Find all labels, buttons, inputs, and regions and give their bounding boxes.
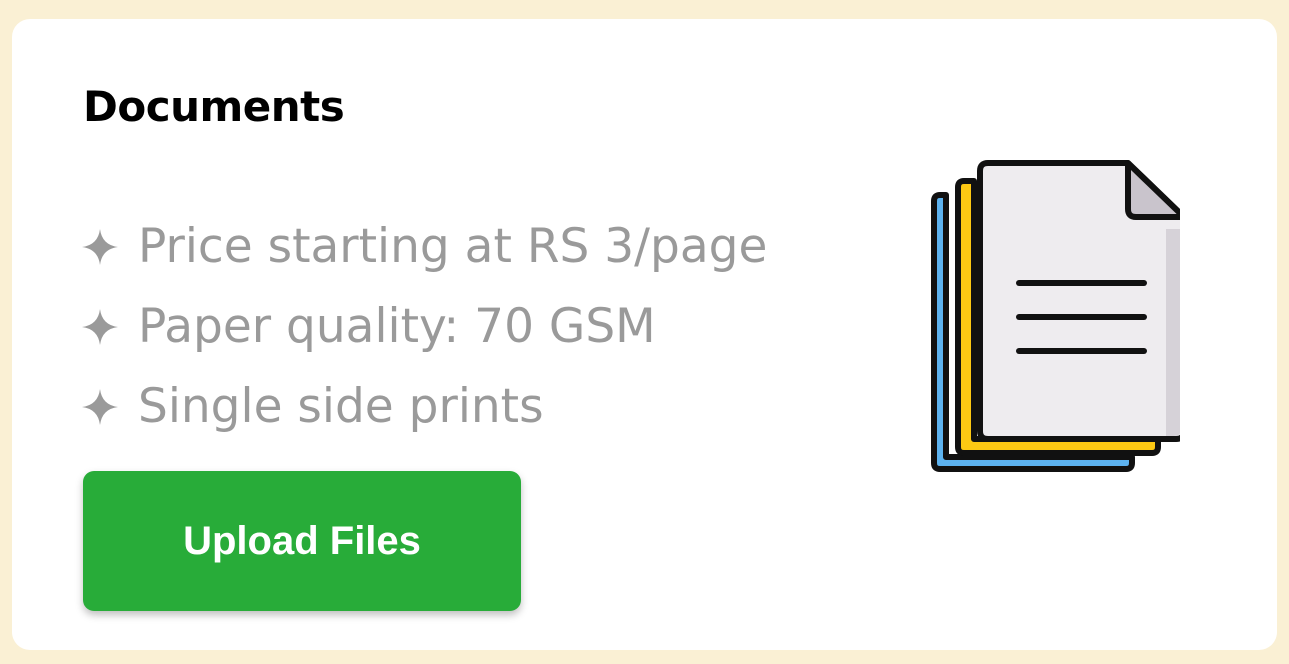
upload-files-button[interactable]: Upload Files <box>83 471 521 611</box>
documents-card: Documents Price starting at RS 3/page Pa… <box>12 19 1277 650</box>
feature-text: Single side prints <box>138 379 544 434</box>
feature-item: Paper quality: 70 GSM <box>80 287 767 367</box>
documents-icon <box>931 160 1180 472</box>
sparkle-icon <box>82 309 118 345</box>
sparkle-icon <box>82 229 118 265</box>
feature-text: Paper quality: 70 GSM <box>138 299 656 354</box>
feature-list: Price starting at RS 3/page Paper qualit… <box>80 207 767 447</box>
feature-text: Price starting at RS 3/page <box>138 219 768 274</box>
feature-item: Price starting at RS 3/page <box>80 207 767 287</box>
card-title: Documents <box>83 82 345 131</box>
feature-item: Single side prints <box>80 367 767 447</box>
sparkle-icon <box>82 389 118 425</box>
